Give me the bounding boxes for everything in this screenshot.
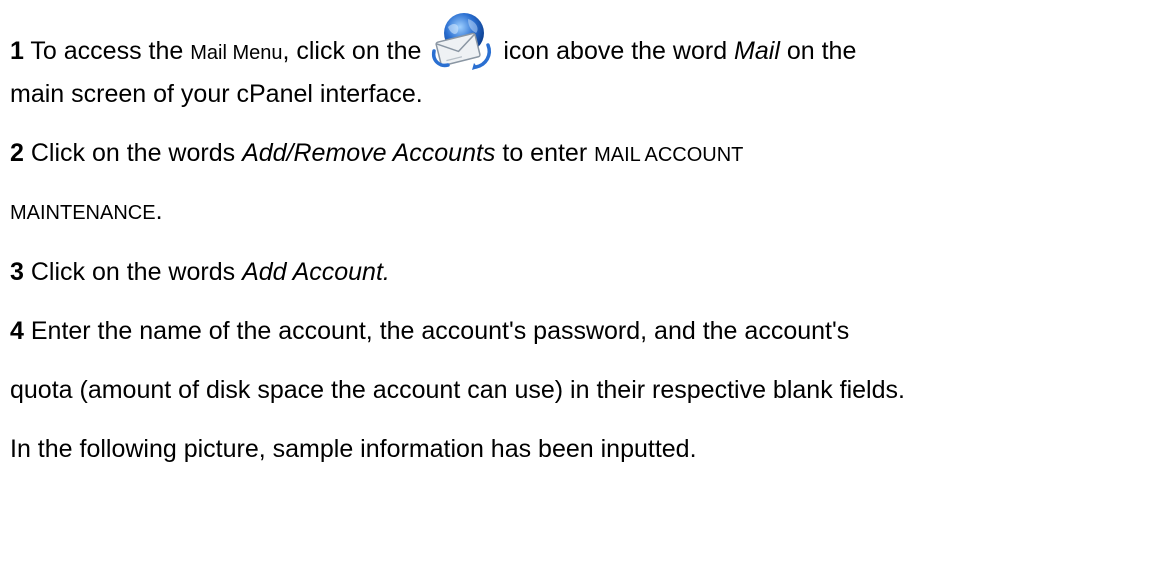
step-text: . — [155, 197, 163, 225]
step-2-line-1: 2 Click on the words Add/Remove Accounts… — [10, 138, 743, 170]
step-number: 1 — [10, 37, 24, 65]
step-text: main screen of your cPanel interface. — [10, 80, 423, 108]
step-text: icon above the word — [496, 37, 735, 65]
step-text: on the — [779, 37, 857, 65]
step-text: Click on the words — [30, 139, 243, 167]
step-2-line-2: MAINTENANCE. — [10, 196, 163, 228]
step-number: 4 — [10, 317, 24, 345]
maintenance-caps: MAINTENANCE — [10, 202, 156, 224]
add-remove-accounts-phrase: Add/Remove Accounts — [242, 139, 496, 167]
mail-menu-label: Mail Menu — [190, 42, 283, 64]
step-1-line-1: 1 To access the Mail Menu, click on the — [10, 13, 857, 73]
mail-account-caps: MAIL ACCOUNT — [594, 144, 744, 166]
step-text: To access the — [30, 37, 191, 65]
mail-globe-icon — [430, 13, 494, 73]
step-4-line-2: quota (amount of disk space the account … — [10, 375, 905, 405]
step-text: In the following picture, sample informa… — [10, 435, 697, 463]
mail-word: Mail — [734, 37, 780, 65]
step-text: quota (amount of disk space the account … — [10, 376, 905, 404]
step-text: Click on the words — [30, 258, 243, 286]
step-number: 3 — [10, 258, 24, 286]
step-1-line-2: main screen of your cPanel interface. — [10, 79, 423, 109]
step-text: Enter the name of the account, the accou… — [30, 317, 850, 345]
step-text: to enter — [495, 139, 595, 167]
add-account-phrase: Add Account. — [242, 258, 390, 286]
step-3-line-1: 3 Click on the words Add Account. — [10, 257, 390, 287]
step-number: 2 — [10, 139, 24, 167]
step-4-line-1: 4 Enter the name of the account, the acc… — [10, 316, 849, 346]
step-text: , click on the — [282, 37, 429, 65]
step-4-line-3: In the following picture, sample informa… — [10, 434, 697, 464]
